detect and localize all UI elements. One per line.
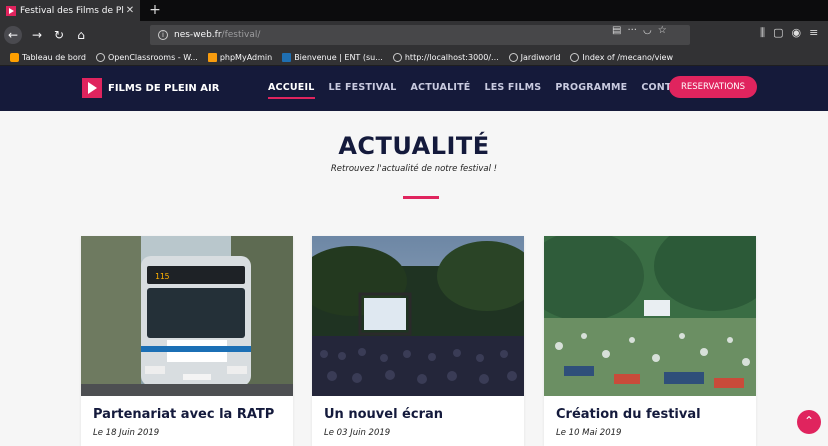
bookmark-label: Jardiworld [520, 52, 561, 62]
menu-item[interactable]: LE FESTIVAL [329, 82, 397, 99]
library-icon[interactable]: ⫼ [760, 26, 765, 40]
bookmark-item[interactable]: Jardiworld [508, 52, 561, 62]
bookmark-item[interactable]: Tableau de bord [10, 52, 86, 62]
main-menu: ACCUEIL LE FESTIVAL ACTUALITÉ LES FILMS PROG… [268, 82, 692, 99]
sidebar-icon[interactable]: ▢ [773, 26, 783, 40]
bookmarks-bar: Tableau de bord OpenClassrooms - W... phpM… [0, 49, 828, 66]
bookmark-label: Bienvenue | ENT (su... [294, 52, 383, 62]
bookmark-label: http://localhost:3000/... [404, 52, 499, 62]
browser-tab[interactable]: Festival des Films de Plein Air ✕ [0, 0, 140, 21]
reservations-button[interactable]: RESERVATIONS [669, 76, 757, 98]
url-bar[interactable]: i nes-web.fr /festival/ [150, 25, 690, 45]
chevron-up-icon: ⌃ [803, 414, 815, 428]
article-card[interactable]: Un nouvel écran Le 03 Juin 2019 [312, 236, 524, 446]
site-header: FILMS DE PLEIN AIR ACCUEIL LE FESTIVAL ACT… [0, 66, 828, 111]
bookmark-label: Tableau de bord [22, 52, 86, 62]
browser-tab-bar: Festival des Films de Plein Air ✕ + [0, 0, 828, 21]
bookmark-label: OpenClassrooms - W... [107, 52, 198, 62]
site-info-icon[interactable]: i [158, 30, 168, 40]
url-path: /festival/ [221, 30, 261, 40]
article-image-bus: 115 [81, 236, 293, 396]
scroll-top-button[interactable]: ⌃ [797, 410, 821, 434]
globe-icon [570, 52, 580, 62]
openclassrooms-icon [95, 52, 105, 62]
article-date: Le 18 Juin 2019 [93, 428, 160, 438]
bookmark-item[interactable]: OpenClassrooms - W... [95, 52, 198, 62]
menu-item[interactable]: ACCUEIL [268, 82, 315, 99]
menu-item[interactable]: LES FILMS [484, 82, 541, 99]
tab-title: Festival des Films de Plein Air [20, 5, 124, 16]
url-host: nes-web.fr [174, 30, 222, 40]
bookmark-label: Index of /mecano/view [582, 52, 674, 62]
page-title: ACTUALITÉ [338, 132, 490, 160]
forward-icon[interactable]: → [28, 26, 46, 44]
film-play-icon [82, 78, 102, 98]
bookmark-item[interactable]: Bienvenue | ENT (su... [282, 52, 383, 62]
article-image-park [544, 236, 756, 396]
bookmark-label: phpMyAdmin [219, 52, 273, 62]
bookmark-star-icon[interactable]: ☆ [658, 25, 667, 36]
bookmark-item[interactable]: http://localhost:3000/... [392, 52, 499, 62]
back-icon[interactable]: ← [4, 26, 22, 44]
menu-icon[interactable]: ≡ [809, 26, 818, 40]
menu-item[interactable]: PROGRAMME [555, 82, 627, 99]
article-title[interactable]: Partenariat avec la RATP [93, 407, 274, 422]
article-title[interactable]: Création du festival [556, 407, 701, 422]
logo-text: FILMS DE PLEIN AIR [108, 82, 220, 94]
title-separator [403, 196, 439, 199]
article-date: Le 03 Juin 2019 [324, 428, 391, 438]
globe-icon [392, 52, 402, 62]
reload-icon[interactable]: ↻ [50, 26, 68, 44]
page-subtitle: Retrouvez l'actualité de notre festival … [330, 164, 498, 174]
home-icon[interactable]: ⌂ [72, 26, 90, 44]
phpmyadmin-icon [207, 52, 217, 62]
site-favicon-icon [6, 5, 16, 16]
bookmark-item[interactable]: Index of /mecano/view [570, 52, 674, 62]
globe-icon [508, 52, 518, 62]
pocket-icon[interactable]: ◡ [643, 25, 652, 36]
account-icon[interactable]: ◉ [791, 26, 801, 40]
site-logo[interactable]: FILMS DE PLEIN AIR [82, 78, 219, 98]
ent-icon [282, 52, 292, 62]
bookmark-item[interactable]: phpMyAdmin [207, 52, 273, 62]
article-card[interactable]: Création du festival Le 10 Mai 2019 [544, 236, 756, 446]
url-actions: ▤ ··· ◡ ☆ [612, 25, 667, 36]
toolbar-icons: ⫼ ▢ ◉ ≡ [760, 26, 818, 40]
new-tab-button[interactable]: + [146, 1, 164, 19]
dashboard-icon [10, 52, 19, 62]
article-card[interactable]: 115 Partenariat avec la RATP Le 18 Juin … [81, 236, 293, 446]
article-date: Le 10 Mai 2019 [556, 428, 622, 438]
page-actions-icon[interactable]: ··· [627, 25, 637, 36]
reader-view-icon[interactable]: ▤ [612, 25, 621, 36]
menu-item[interactable]: ACTUALITÉ [411, 82, 471, 99]
browser-nav-bar: ← → ↻ ⌂ i nes-web.fr /festival/ ▤ ··· ◡ … [0, 21, 828, 49]
article-image-screen [312, 236, 524, 396]
tab-close-icon[interactable]: ✕ [124, 5, 136, 16]
article-title[interactable]: Un nouvel écran [324, 407, 443, 422]
svg-text:115: 115 [155, 272, 170, 281]
